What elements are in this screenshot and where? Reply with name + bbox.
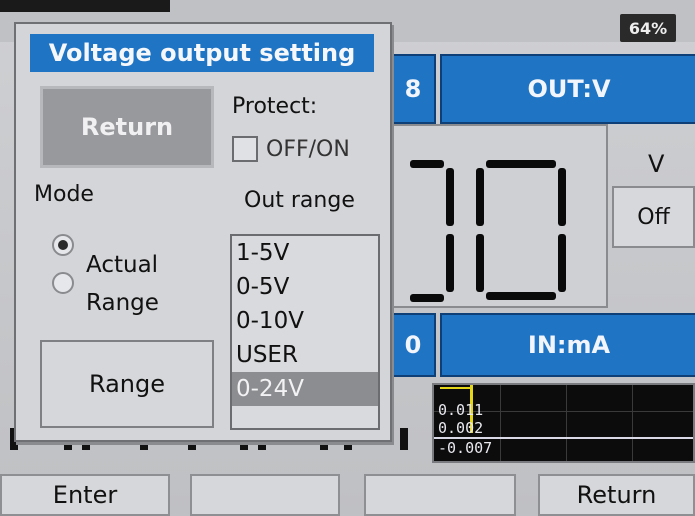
dialog-return-button[interactable]: Return xyxy=(40,86,214,168)
digit-segment xyxy=(400,428,408,450)
blank-softkey-3[interactable] xyxy=(364,474,516,516)
digit-segment xyxy=(476,234,484,292)
digit-segment xyxy=(410,294,444,302)
digit-segment xyxy=(486,292,556,300)
top-indicator-strip xyxy=(0,0,170,12)
digit-segment xyxy=(558,234,566,292)
graph-label-top: 0.011 xyxy=(438,401,484,419)
digit-segment xyxy=(410,160,444,168)
output-off-button[interactable]: Off xyxy=(612,186,695,248)
out-range-list[interactable]: 1-5V 0-5V 0-10V USER 0-24V xyxy=(230,234,380,430)
output-mode-header[interactable]: OUT:V xyxy=(440,54,695,124)
out-range-option-selected[interactable]: 0-24V xyxy=(232,372,378,406)
blank-softkey-2[interactable] xyxy=(190,474,340,516)
voltage-output-dialog: Voltage output setting Return Protect: O… xyxy=(14,22,392,442)
enter-softkey[interactable]: Enter xyxy=(0,474,170,516)
mode-option-range[interactable]: Range xyxy=(52,272,159,316)
trend-graph: 0.011 0.002 -0.007 xyxy=(432,383,695,463)
protect-checkbox[interactable] xyxy=(232,136,258,162)
digit-segment xyxy=(558,168,566,226)
out-range-option[interactable]: USER xyxy=(232,338,378,372)
out-range-label: Out range xyxy=(244,188,355,213)
protect-option-label: OFF/ON xyxy=(266,136,350,162)
unit-label: V xyxy=(648,150,665,178)
output-channel-tab[interactable]: 8 xyxy=(390,54,436,124)
digit-segment xyxy=(476,168,484,226)
mode-label: Mode xyxy=(34,182,94,207)
device-screen: 64% 8 OUT:V V Off 0 IN:mA 0.011 0.002 -0… xyxy=(0,0,695,516)
mode-option-label: Range xyxy=(86,290,159,316)
graph-label-mid: 0.002 xyxy=(438,419,484,437)
range-button[interactable]: Range xyxy=(40,340,214,428)
radio-unselected-icon[interactable] xyxy=(52,272,74,294)
return-softkey[interactable]: Return xyxy=(538,474,695,516)
protect-toggle[interactable]: OFF/ON xyxy=(232,136,350,162)
yellow-trace xyxy=(440,387,472,389)
digit-segment xyxy=(446,234,454,292)
digit-segment xyxy=(486,160,556,168)
graph-label-bottom: -0.007 xyxy=(438,439,493,457)
battery-indicator: 64% xyxy=(620,14,676,42)
main-value-display xyxy=(388,124,608,308)
out-range-option[interactable]: 1-5V xyxy=(232,236,378,270)
input-channel-tab[interactable]: 0 xyxy=(390,313,436,377)
protect-label: Protect: xyxy=(232,94,318,119)
out-range-option[interactable]: 0-5V xyxy=(232,270,378,304)
grid-line xyxy=(632,385,633,461)
input-mode-header[interactable]: IN:mA xyxy=(440,313,695,377)
dialog-title: Voltage output setting xyxy=(30,34,374,72)
grid-line xyxy=(566,385,567,461)
digit-segment xyxy=(446,168,454,226)
radio-selected-icon[interactable] xyxy=(52,234,74,256)
out-range-option[interactable]: 0-10V xyxy=(232,304,378,338)
grid-line xyxy=(500,385,501,461)
